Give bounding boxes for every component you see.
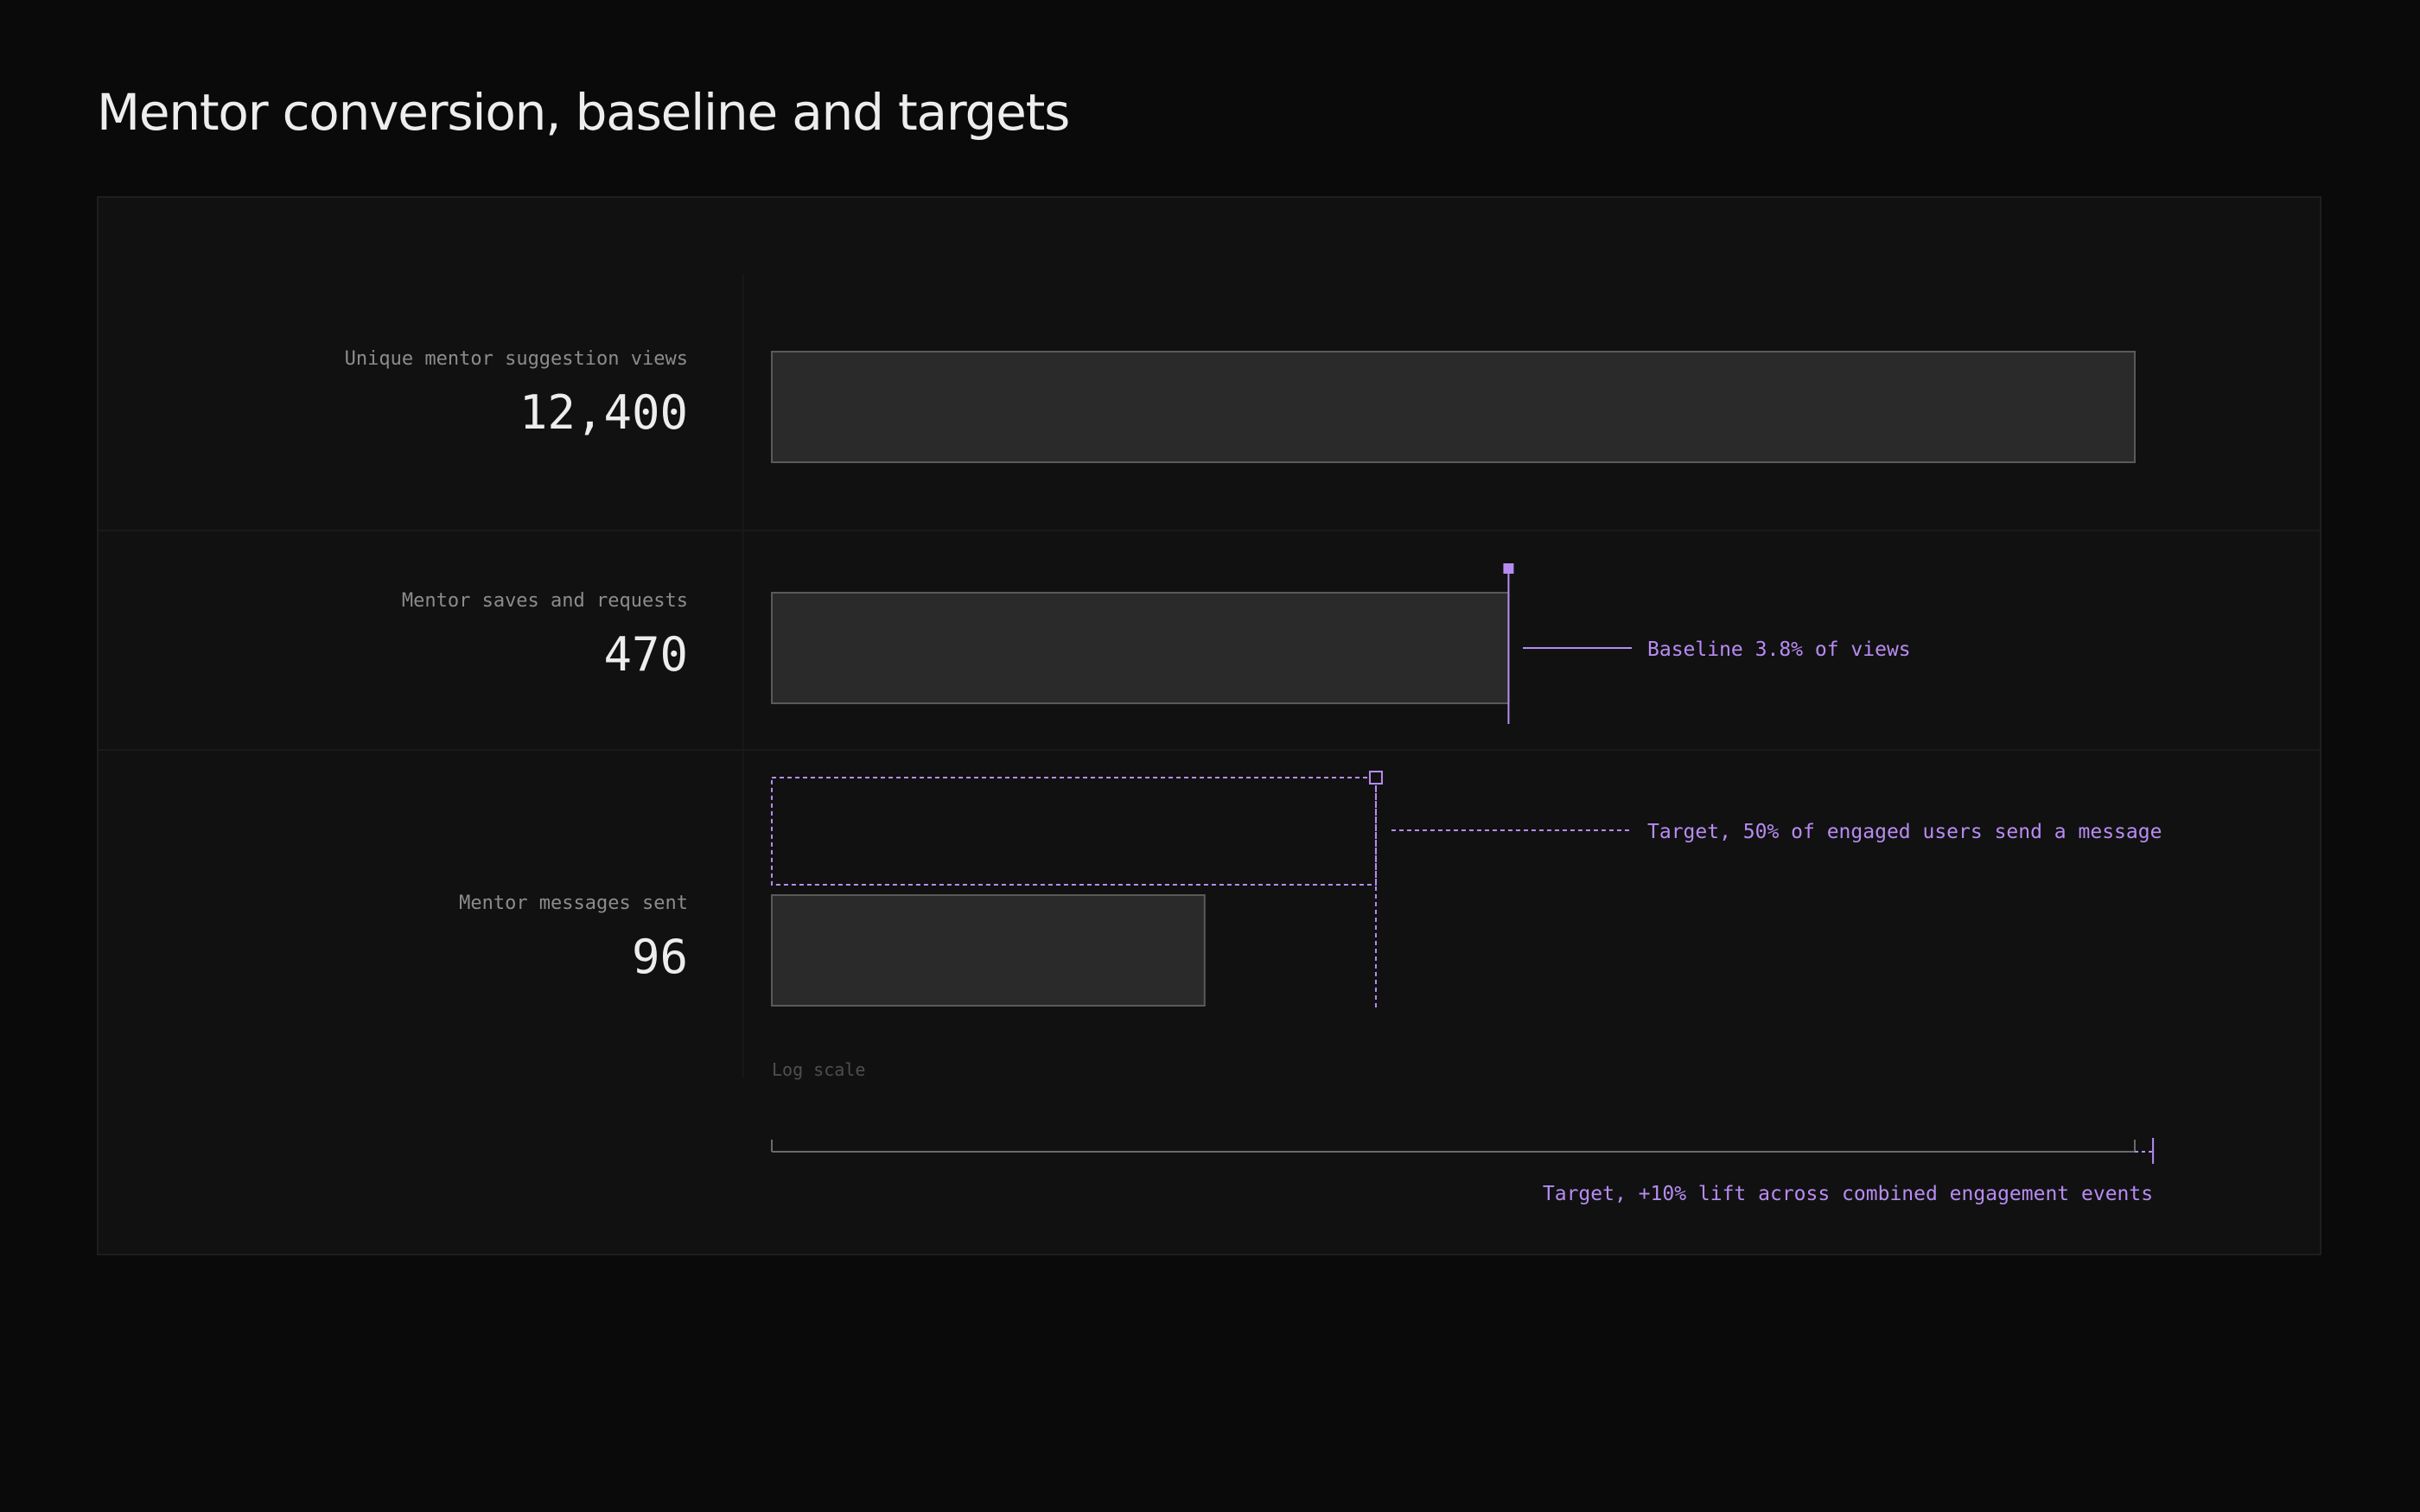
message-target-cap (1368, 771, 1383, 785)
baseline-marker-cap (1503, 563, 1514, 574)
baseline-label: Baseline 3.8% of views (1647, 638, 1911, 661)
engagement-target-label: Target, +10% lift across combined engage… (1543, 1183, 2153, 1205)
bar-saves (771, 592, 1510, 704)
scale-label: Log scale (772, 1059, 865, 1080)
message-target-bar (771, 777, 1377, 886)
chart-plot: Baseline 3.8% of views Target, 50% of eng… (771, 351, 2162, 1205)
bar-messages (771, 894, 1206, 1007)
message-target-label: Target, 50% of engaged users send a mess… (1647, 821, 2162, 843)
bar-views (771, 351, 2136, 463)
